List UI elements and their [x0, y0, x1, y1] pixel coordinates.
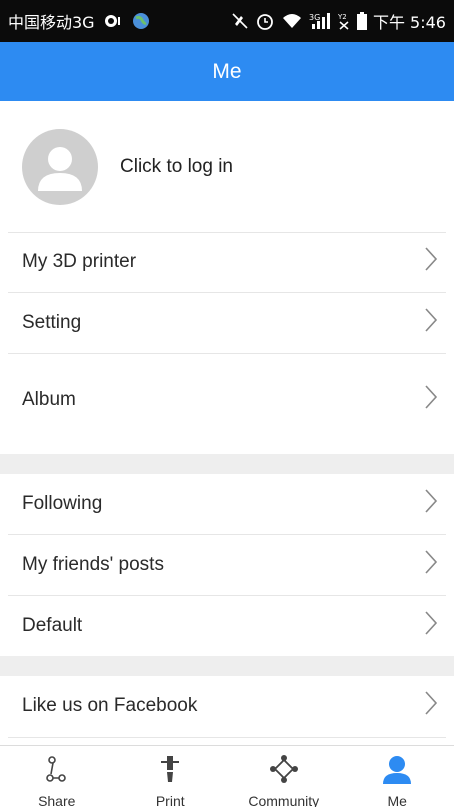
- menu-item-label: Following: [22, 493, 103, 514]
- login-label[interactable]: Click to log in: [120, 156, 233, 178]
- mute-icon: [231, 12, 249, 30]
- wifi-icon: [281, 12, 303, 30]
- carrier-label: 中国移动3G: [8, 13, 95, 32]
- menu-item-label: Album: [22, 389, 76, 410]
- status-bar: 中国移动3G 3G Y2 下午 5:46: [0, 0, 454, 42]
- svg-text:Y2: Y2: [337, 13, 347, 21]
- chevron-right-icon: [424, 488, 438, 520]
- menu-item-label: My friends' posts: [22, 554, 164, 575]
- chevron-right-icon: [424, 384, 438, 416]
- nav-tab-me[interactable]: Me: [341, 746, 454, 807]
- menu-item-following[interactable]: Following: [8, 474, 446, 534]
- menu-item-like-us-on-facebook[interactable]: Like us on Facebook: [8, 676, 446, 736]
- nav-label: Share: [38, 793, 76, 807]
- svg-text:3G: 3G: [309, 13, 320, 22]
- chevron-right-icon: [424, 610, 438, 642]
- me-icon: [382, 754, 412, 789]
- globe-icon: [131, 11, 151, 31]
- nav-tab-print[interactable]: Print: [114, 746, 228, 807]
- community-icon: [269, 754, 299, 789]
- bottom-nav: Share Print Community Me: [0, 745, 454, 807]
- app-header: Me: [0, 42, 454, 101]
- menu-item-label: My 3D printer: [22, 251, 137, 272]
- menu-item-label: Setting: [22, 312, 82, 333]
- status-time: 下午 5:46: [372, 13, 446, 32]
- section-separator: [0, 656, 454, 676]
- share-icon: [44, 754, 70, 789]
- page-title: Me: [212, 59, 242, 83]
- status-right: 3G Y2 下午 5:46: [231, 9, 446, 33]
- menu-item-my-3d-printer[interactable]: My 3D printer: [8, 232, 446, 292]
- menu-item-album[interactable]: Album: [8, 354, 446, 446]
- alarm-icon: [255, 11, 275, 31]
- menu-item-my-friends-posts[interactable]: My friends' posts: [8, 535, 446, 595]
- nav-label: Me: [387, 793, 407, 807]
- menu-item-label: Default: [22, 615, 83, 636]
- chevron-right-icon: [424, 246, 438, 278]
- menu-item-default[interactable]: Default: [8, 596, 446, 656]
- battery-icon: [356, 12, 367, 30]
- chevron-right-icon: [424, 549, 438, 581]
- no-sim-icon: Y2: [337, 12, 351, 30]
- chevron-right-icon: [424, 690, 438, 722]
- nav-label: Community: [248, 793, 320, 807]
- login-row[interactable]: Click to log in: [0, 101, 454, 232]
- chevron-right-icon: [424, 307, 438, 339]
- user-avatar-icon[interactable]: [22, 128, 98, 205]
- menu-item-setting[interactable]: Setting: [8, 293, 446, 353]
- signal-3g-icon: 3G: [309, 12, 331, 30]
- notification-icon: [103, 13, 123, 29]
- nav-label: Print: [155, 793, 185, 807]
- print-icon: [157, 754, 183, 789]
- nav-tab-share[interactable]: Share: [0, 746, 114, 807]
- section-separator: [0, 454, 454, 474]
- menu-item-label: Like us on Facebook: [22, 695, 198, 716]
- nav-tab-community[interactable]: Community: [227, 746, 341, 807]
- status-left: 中国移动3G: [8, 9, 151, 33]
- divider: [8, 737, 446, 738]
